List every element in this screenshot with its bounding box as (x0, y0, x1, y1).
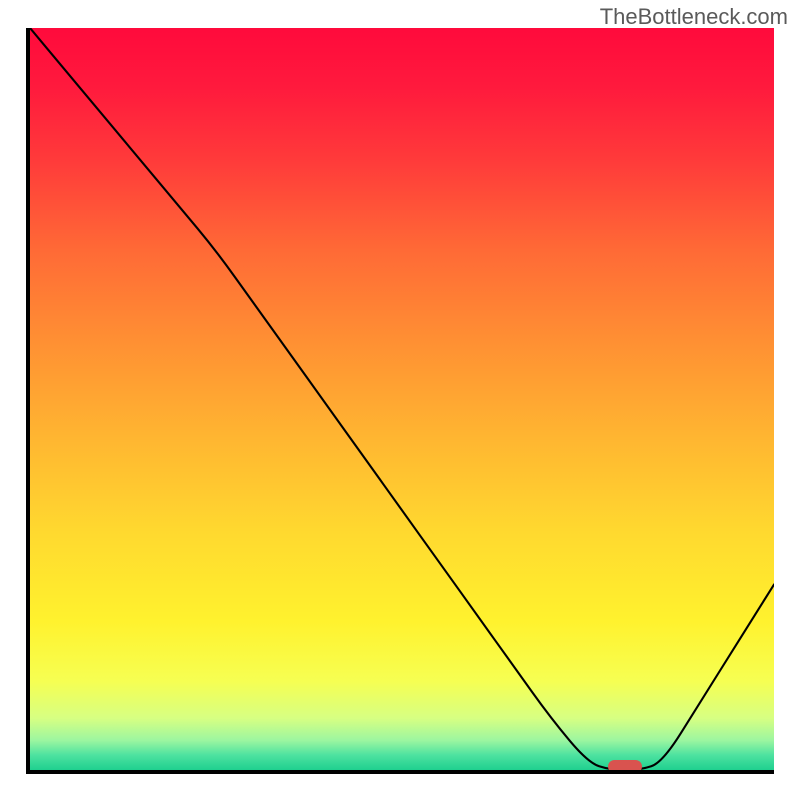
watermark-text: TheBottleneck.com (600, 4, 788, 30)
bottleneck-chart-figure: TheBottleneck.com (0, 0, 800, 800)
minimum-marker (608, 760, 642, 773)
plot-area (26, 28, 774, 774)
bottleneck-curve (30, 28, 774, 770)
